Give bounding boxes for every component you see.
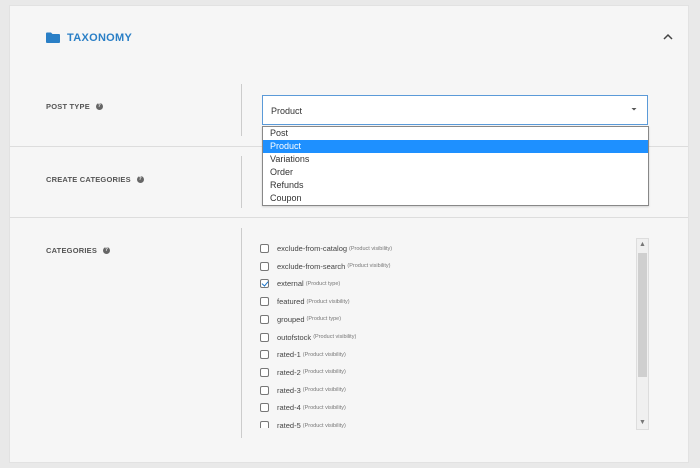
category-item[interactable]: rated-4 (Product visibility) (260, 401, 346, 414)
post-type-select[interactable]: Product (262, 95, 648, 125)
category-item[interactable]: exclude-from-search (Product visibility) (260, 260, 390, 273)
category-name: rated-2 (277, 367, 301, 377)
post-type-value: Product (271, 106, 303, 116)
divider (241, 84, 242, 136)
question-icon[interactable]: ? (95, 103, 103, 110)
category-checkbox[interactable] (260, 279, 269, 289)
section-title: TAXONOMY (67, 32, 133, 44)
category-item[interactable]: featured (Product visibility) (260, 295, 350, 308)
caret-down-icon (631, 108, 637, 111)
question-icon[interactable]: ? (136, 176, 144, 183)
divider (241, 156, 242, 208)
category-checkbox[interactable] (260, 350, 269, 360)
category-name: external (277, 279, 304, 289)
category-checkbox[interactable] (260, 332, 269, 342)
category-type: (Product visibility) (302, 351, 346, 358)
scroll-down-icon[interactable]: ▼ (638, 418, 647, 428)
category-name: exclude-from-catalog (277, 244, 348, 253)
category-name: rated-3 (277, 385, 301, 395)
category-type: (Product visibility) (302, 387, 346, 394)
scrollbar-thumb[interactable] (638, 253, 647, 377)
dropdown-option[interactable]: Product (263, 140, 648, 153)
category-type: (Product type) (306, 316, 342, 323)
category-type: (Product visibility) (347, 263, 391, 270)
category-type: (Product visibility) (302, 422, 346, 429)
category-item[interactable]: external (Product type) (260, 277, 340, 290)
category-checkbox[interactable] (260, 314, 269, 324)
category-name: rated-5 (277, 421, 301, 428)
folder-icon (46, 32, 60, 43)
panel-header: TAXONOMY (10, 6, 688, 74)
category-name: exclude-from-search (277, 261, 346, 271)
category-checkbox[interactable] (260, 367, 269, 377)
dropdown-option[interactable]: Variations (263, 153, 648, 166)
category-checkbox[interactable] (260, 261, 269, 271)
category-item[interactable]: rated-2 (Product visibility) (260, 366, 346, 379)
dropdown-option[interactable]: Coupon (263, 192, 648, 205)
categories-label: CATEGORIES ? (46, 246, 111, 255)
row-divider (10, 217, 688, 218)
category-type: (Product visibility) (306, 298, 350, 305)
divider (241, 228, 242, 438)
category-type: (Product visibility) (302, 369, 346, 376)
post-type-dropdown: Post Product Variations Order Refunds Coupon (262, 126, 649, 206)
category-item[interactable]: rated-5 (Product visibility) (260, 419, 346, 428)
category-checkbox[interactable] (260, 421, 269, 428)
category-checkbox[interactable] (260, 244, 269, 253)
dropdown-option[interactable]: Post (263, 127, 648, 140)
question-icon[interactable]: ? (103, 247, 111, 254)
category-item[interactable]: outofstock (Product visibility) (260, 331, 356, 344)
categories-scrollbar[interactable]: ▲ ▼ (636, 238, 649, 430)
category-item[interactable]: grouped (Product type) (260, 313, 341, 326)
category-name: grouped (277, 314, 305, 324)
category-item[interactable]: rated-1 (Product visibility) (260, 348, 346, 361)
category-item[interactable]: exclude-from-catalog (Product visibility) (260, 242, 392, 255)
category-type: (Product visibility) (349, 245, 393, 252)
category-name: rated-1 (277, 350, 301, 360)
categories-list: exclude-from-catalog (Product visibility)… (260, 238, 650, 428)
post-type-label: POST TYPE ? (46, 102, 103, 111)
dropdown-option[interactable]: Order (263, 166, 648, 179)
dropdown-option[interactable]: Refunds (263, 179, 648, 192)
category-type: (Product visibility) (313, 334, 357, 340)
category-name: outofstock (277, 332, 312, 342)
taxonomy-panel: TAXONOMY POST TYPE ? CREATE CATEGORIES ?… (9, 5, 689, 463)
scroll-up-icon[interactable]: ▲ (638, 240, 647, 250)
chevron-up-icon[interactable] (661, 30, 675, 44)
category-checkbox[interactable] (260, 385, 269, 395)
category-type: (Product type) (305, 280, 341, 287)
category-checkbox[interactable] (260, 403, 269, 413)
category-item[interactable]: rated-3 (Product visibility) (260, 384, 346, 397)
category-type: (Product visibility) (302, 404, 346, 411)
category-name: featured (277, 297, 305, 307)
create-categories-label: CREATE CATEGORIES ? (46, 175, 144, 184)
category-checkbox[interactable] (260, 297, 269, 307)
category-name: rated-4 (277, 403, 301, 413)
